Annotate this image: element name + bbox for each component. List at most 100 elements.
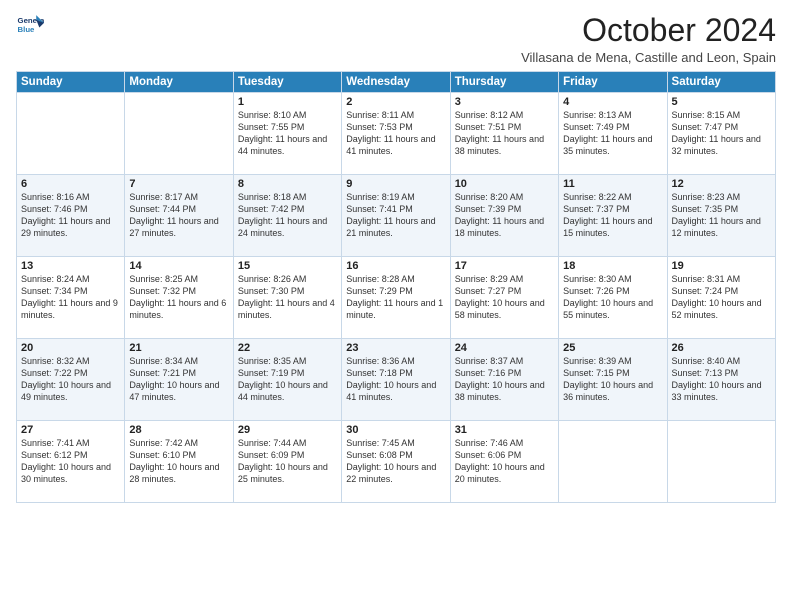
calendar-cell: 4Sunrise: 8:13 AM Sunset: 7:49 PM Daylig… <box>559 93 667 175</box>
day-header-tuesday: Tuesday <box>233 72 341 93</box>
calendar-cell: 17Sunrise: 8:29 AM Sunset: 7:27 PM Dayli… <box>450 257 558 339</box>
day-number: 29 <box>238 424 337 436</box>
cell-content: Sunrise: 8:31 AM Sunset: 7:24 PM Dayligh… <box>672 273 771 322</box>
month-title: October 2024 <box>521 12 776 49</box>
cell-content: Sunrise: 7:44 AM Sunset: 6:09 PM Dayligh… <box>238 437 337 486</box>
calendar-cell: 24Sunrise: 8:37 AM Sunset: 7:16 PM Dayli… <box>450 339 558 421</box>
day-number: 8 <box>238 178 337 190</box>
calendar-cell: 2Sunrise: 8:11 AM Sunset: 7:53 PM Daylig… <box>342 93 450 175</box>
calendar-cell: 19Sunrise: 8:31 AM Sunset: 7:24 PM Dayli… <box>667 257 775 339</box>
cell-content: Sunrise: 8:19 AM Sunset: 7:41 PM Dayligh… <box>346 191 445 240</box>
calendar-cell <box>667 421 775 503</box>
calendar-week-5: 27Sunrise: 7:41 AM Sunset: 6:12 PM Dayli… <box>17 421 776 503</box>
calendar-cell: 5Sunrise: 8:15 AM Sunset: 7:47 PM Daylig… <box>667 93 775 175</box>
calendar-cell: 13Sunrise: 8:24 AM Sunset: 7:34 PM Dayli… <box>17 257 125 339</box>
calendar-cell: 8Sunrise: 8:18 AM Sunset: 7:42 PM Daylig… <box>233 175 341 257</box>
day-number: 4 <box>563 96 662 108</box>
day-number: 3 <box>455 96 554 108</box>
day-number: 13 <box>21 260 120 272</box>
location: Villasana de Mena, Castille and Leon, Sp… <box>521 50 776 65</box>
calendar-cell: 27Sunrise: 7:41 AM Sunset: 6:12 PM Dayli… <box>17 421 125 503</box>
calendar-header-row: SundayMondayTuesdayWednesdayThursdayFrid… <box>17 72 776 93</box>
day-number: 26 <box>672 342 771 354</box>
calendar-cell: 23Sunrise: 8:36 AM Sunset: 7:18 PM Dayli… <box>342 339 450 421</box>
cell-content: Sunrise: 8:25 AM Sunset: 7:32 PM Dayligh… <box>129 273 228 322</box>
svg-text:Blue: Blue <box>18 25 36 34</box>
calendar-week-4: 20Sunrise: 8:32 AM Sunset: 7:22 PM Dayli… <box>17 339 776 421</box>
day-number: 20 <box>21 342 120 354</box>
day-number: 24 <box>455 342 554 354</box>
calendar-cell: 18Sunrise: 8:30 AM Sunset: 7:26 PM Dayli… <box>559 257 667 339</box>
cell-content: Sunrise: 8:13 AM Sunset: 7:49 PM Dayligh… <box>563 109 662 158</box>
calendar-week-3: 13Sunrise: 8:24 AM Sunset: 7:34 PM Dayli… <box>17 257 776 339</box>
day-header-sunday: Sunday <box>17 72 125 93</box>
cell-content: Sunrise: 8:17 AM Sunset: 7:44 PM Dayligh… <box>129 191 228 240</box>
day-number: 18 <box>563 260 662 272</box>
day-number: 27 <box>21 424 120 436</box>
calendar-cell: 1Sunrise: 8:10 AM Sunset: 7:55 PM Daylig… <box>233 93 341 175</box>
day-number: 17 <box>455 260 554 272</box>
cell-content: Sunrise: 8:28 AM Sunset: 7:29 PM Dayligh… <box>346 273 445 322</box>
calendar-cell: 21Sunrise: 8:34 AM Sunset: 7:21 PM Dayli… <box>125 339 233 421</box>
calendar-cell: 26Sunrise: 8:40 AM Sunset: 7:13 PM Dayli… <box>667 339 775 421</box>
cell-content: Sunrise: 7:45 AM Sunset: 6:08 PM Dayligh… <box>346 437 445 486</box>
day-header-wednesday: Wednesday <box>342 72 450 93</box>
cell-content: Sunrise: 8:32 AM Sunset: 7:22 PM Dayligh… <box>21 355 120 404</box>
header: General Blue October 2024 Villasana de M… <box>16 12 776 65</box>
day-number: 9 <box>346 178 445 190</box>
day-number: 21 <box>129 342 228 354</box>
cell-content: Sunrise: 8:15 AM Sunset: 7:47 PM Dayligh… <box>672 109 771 158</box>
cell-content: Sunrise: 8:39 AM Sunset: 7:15 PM Dayligh… <box>563 355 662 404</box>
calendar-cell: 15Sunrise: 8:26 AM Sunset: 7:30 PM Dayli… <box>233 257 341 339</box>
day-number: 12 <box>672 178 771 190</box>
day-number: 1 <box>238 96 337 108</box>
cell-content: Sunrise: 7:46 AM Sunset: 6:06 PM Dayligh… <box>455 437 554 486</box>
cell-content: Sunrise: 8:16 AM Sunset: 7:46 PM Dayligh… <box>21 191 120 240</box>
cell-content: Sunrise: 7:42 AM Sunset: 6:10 PM Dayligh… <box>129 437 228 486</box>
calendar: SundayMondayTuesdayWednesdayThursdayFrid… <box>16 71 776 503</box>
day-number: 30 <box>346 424 445 436</box>
day-header-saturday: Saturday <box>667 72 775 93</box>
day-number: 15 <box>238 260 337 272</box>
calendar-cell: 22Sunrise: 8:35 AM Sunset: 7:19 PM Dayli… <box>233 339 341 421</box>
calendar-cell: 10Sunrise: 8:20 AM Sunset: 7:39 PM Dayli… <box>450 175 558 257</box>
cell-content: Sunrise: 8:26 AM Sunset: 7:30 PM Dayligh… <box>238 273 337 322</box>
cell-content: Sunrise: 8:20 AM Sunset: 7:39 PM Dayligh… <box>455 191 554 240</box>
day-number: 28 <box>129 424 228 436</box>
day-number: 23 <box>346 342 445 354</box>
day-number: 16 <box>346 260 445 272</box>
cell-content: Sunrise: 7:41 AM Sunset: 6:12 PM Dayligh… <box>21 437 120 486</box>
calendar-cell <box>125 93 233 175</box>
day-number: 14 <box>129 260 228 272</box>
day-number: 10 <box>455 178 554 190</box>
logo-icon: General Blue <box>16 12 44 40</box>
day-number: 25 <box>563 342 662 354</box>
calendar-week-1: 1Sunrise: 8:10 AM Sunset: 7:55 PM Daylig… <box>17 93 776 175</box>
cell-content: Sunrise: 8:22 AM Sunset: 7:37 PM Dayligh… <box>563 191 662 240</box>
calendar-cell: 7Sunrise: 8:17 AM Sunset: 7:44 PM Daylig… <box>125 175 233 257</box>
cell-content: Sunrise: 8:18 AM Sunset: 7:42 PM Dayligh… <box>238 191 337 240</box>
calendar-cell <box>17 93 125 175</box>
calendar-cell: 12Sunrise: 8:23 AM Sunset: 7:35 PM Dayli… <box>667 175 775 257</box>
cell-content: Sunrise: 8:29 AM Sunset: 7:27 PM Dayligh… <box>455 273 554 322</box>
day-number: 19 <box>672 260 771 272</box>
calendar-cell: 20Sunrise: 8:32 AM Sunset: 7:22 PM Dayli… <box>17 339 125 421</box>
day-number: 7 <box>129 178 228 190</box>
day-number: 31 <box>455 424 554 436</box>
cell-content: Sunrise: 8:37 AM Sunset: 7:16 PM Dayligh… <box>455 355 554 404</box>
calendar-cell: 14Sunrise: 8:25 AM Sunset: 7:32 PM Dayli… <box>125 257 233 339</box>
cell-content: Sunrise: 8:11 AM Sunset: 7:53 PM Dayligh… <box>346 109 445 158</box>
cell-content: Sunrise: 8:30 AM Sunset: 7:26 PM Dayligh… <box>563 273 662 322</box>
cell-content: Sunrise: 8:34 AM Sunset: 7:21 PM Dayligh… <box>129 355 228 404</box>
day-number: 11 <box>563 178 662 190</box>
day-header-thursday: Thursday <box>450 72 558 93</box>
calendar-cell: 3Sunrise: 8:12 AM Sunset: 7:51 PM Daylig… <box>450 93 558 175</box>
calendar-cell: 25Sunrise: 8:39 AM Sunset: 7:15 PM Dayli… <box>559 339 667 421</box>
cell-content: Sunrise: 8:23 AM Sunset: 7:35 PM Dayligh… <box>672 191 771 240</box>
page: General Blue October 2024 Villasana de M… <box>0 0 792 612</box>
cell-content: Sunrise: 8:36 AM Sunset: 7:18 PM Dayligh… <box>346 355 445 404</box>
cell-content: Sunrise: 8:12 AM Sunset: 7:51 PM Dayligh… <box>455 109 554 158</box>
calendar-cell: 30Sunrise: 7:45 AM Sunset: 6:08 PM Dayli… <box>342 421 450 503</box>
day-number: 6 <box>21 178 120 190</box>
day-number: 5 <box>672 96 771 108</box>
